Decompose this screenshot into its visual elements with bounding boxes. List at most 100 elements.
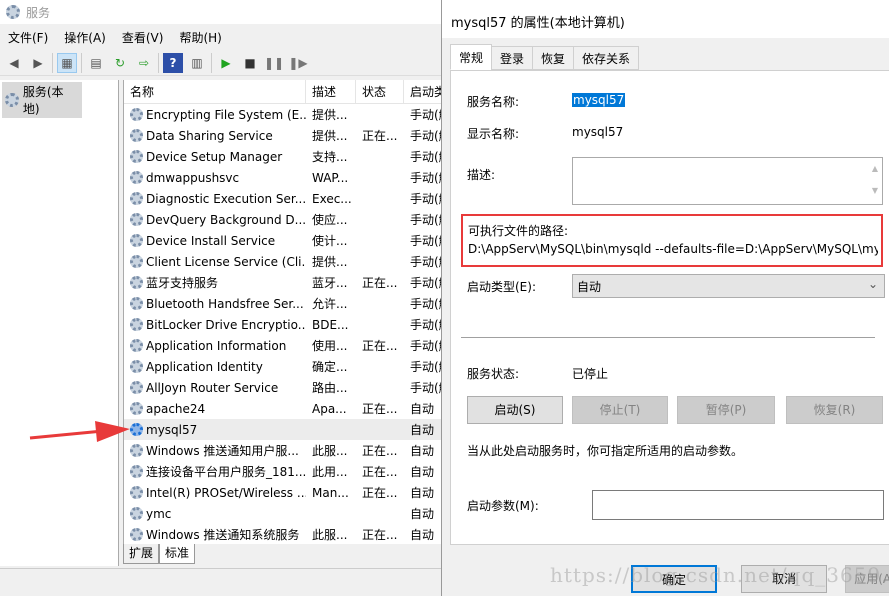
cell-description: 蓝牙... [312, 276, 348, 290]
pause-button[interactable]: 暂停(P) [677, 396, 775, 424]
service-name: Application Information [146, 338, 287, 353]
service-gear-icon [130, 192, 143, 205]
export-icon[interactable]: ⇨ [134, 53, 154, 73]
table-row[interactable]: DevQuery Background D... 使应... 手动(触 [124, 209, 445, 230]
service-gear-icon [130, 318, 143, 331]
table-row[interactable]: 连接设备平台用户服务_181... 此用... 正在... 自动 [124, 461, 445, 482]
action-pane-icon[interactable]: ▥ [187, 53, 207, 73]
column-header-startup-type[interactable]: 启动类 [404, 80, 445, 104]
cell-description: WAP... [312, 170, 349, 185]
cell-status: 正在... [362, 129, 398, 143]
cell-status: 正在... [362, 486, 398, 500]
stop-button[interactable]: 停止(T) [572, 396, 668, 424]
table-row[interactable]: 蓝牙支持服务 蓝牙... 正在... 手动(触 [124, 272, 445, 293]
table-row[interactable]: Intel(R) PROSet/Wireless ... Man... 正在... 自… [124, 482, 445, 503]
service-gear-icon [130, 234, 143, 247]
menu-help[interactable]: 帮助(H) [171, 28, 229, 48]
table-row[interactable]: mysql57 自动 [124, 419, 445, 440]
service-gear-icon [130, 297, 143, 310]
executable-path-value[interactable]: D:\AppServ\MySQL\bin\mysqld --defaults-f… [468, 242, 878, 256]
back-icon[interactable]: ◀ [4, 53, 24, 73]
cell-name: Data Sharing Service [124, 129, 306, 143]
table-row[interactable]: Encrypting File System (E... 提供... 手动(触 [124, 104, 445, 125]
startup-params-input[interactable] [592, 490, 884, 520]
divider [461, 337, 875, 338]
forward-icon[interactable]: ▶ [28, 53, 48, 73]
table-row[interactable]: Application Identity 确定... 手动(触 [124, 356, 445, 377]
description-scrollbar[interactable]: ▲ ▼ [868, 158, 882, 204]
service-name: Device Setup Manager [146, 149, 283, 164]
table-row[interactable]: Diagnostic Execution Ser... Exec... 手动(触 [124, 188, 445, 209]
table-row[interactable]: Bluetooth Handsfree Ser... 允许... 手动(触 [124, 293, 445, 314]
cell-startup-type: 手动(触 [410, 213, 445, 227]
show-tree-icon[interactable]: ▦ [57, 52, 77, 73]
start-button[interactable]: 启动(S) [467, 396, 563, 424]
menu-bar: 文件(F) 操作(A) 查看(V) 帮助(H) [0, 28, 230, 48]
menu-action[interactable]: 操作(A) [56, 28, 114, 48]
tab-dependencies[interactable]: 依存关系 [573, 46, 640, 70]
table-row[interactable]: Data Sharing Service 提供... 正在... 手动(触 [124, 125, 445, 146]
table-row[interactable]: Windows 推送通知系统服务 此服... 正在... 自动 [124, 524, 445, 544]
cell-name: Application Identity [124, 360, 306, 374]
tab-extended[interactable]: 扩展 [123, 544, 160, 564]
cell-name: Client License Service (Cli... [124, 255, 306, 269]
services-list: 名称 描述 状态 启动类 Encrypting File System (E..… [123, 80, 445, 544]
table-row[interactable]: dmwappushsvc WAP... 手动(触 [124, 167, 445, 188]
service-name: Bluetooth Handsfree Ser... [146, 296, 304, 311]
watermark: https://blog.csdn.net/qq_3659... [550, 563, 889, 587]
tab-standard[interactable]: 标准 [159, 544, 196, 564]
restart-icon[interactable]: ❚▶ [288, 53, 308, 73]
arrow-shaft [29, 429, 104, 440]
cell-description: 支持... [312, 150, 348, 164]
tab-recovery[interactable]: 恢复 [532, 46, 575, 70]
description-textbox[interactable]: ▲ ▼ [572, 157, 883, 205]
table-row[interactable]: AllJoyn Router Service 路由... 手动(触 [124, 377, 445, 398]
service-name: AllJoyn Router Service [146, 380, 279, 395]
tab-general[interactable]: 常规 [450, 44, 493, 70]
column-header-description[interactable]: 描述 [306, 80, 356, 104]
cell-status: 正在... [362, 276, 398, 290]
table-row[interactable]: ymc 自动 [124, 503, 445, 524]
service-name: Windows 推送通知用户服... [146, 444, 299, 458]
table-row[interactable]: Client License Service (Cli... 提供... 手动(触 [124, 251, 445, 272]
cell-startup-type: 自动 [410, 444, 435, 458]
cell-status: 正在... [362, 528, 398, 542]
refresh-icon[interactable]: ↻ [110, 53, 130, 73]
tab-logon[interactable]: 登录 [491, 46, 534, 70]
startup-type-select[interactable]: 自动 ⌄ [572, 274, 885, 298]
menu-view[interactable]: 查看(V) [114, 28, 172, 48]
cell-name: Bluetooth Handsfree Ser... [124, 297, 306, 311]
table-row[interactable]: Windows 推送通知用户服... 此服... 正在... 自动 [124, 440, 445, 461]
startup-params-label: 启动参数(M): [467, 499, 539, 513]
window-title: 服务 [26, 5, 51, 20]
service-status-label: 服务状态: [467, 367, 520, 381]
display-name-value[interactable]: mysql57 [572, 125, 623, 139]
cell-description: BDE... [312, 317, 349, 332]
help-icon[interactable]: ? [163, 52, 183, 73]
column-header-name[interactable]: 名称 [124, 80, 306, 104]
pause-icon[interactable]: ❚❚ [264, 53, 284, 73]
cell-startup-type: 自动 [410, 465, 435, 479]
service-gear-icon [130, 339, 143, 352]
cell-description: Apa... [312, 401, 347, 416]
table-row[interactable]: Device Install Service 使计... 手动(触 [124, 230, 445, 251]
menu-file[interactable]: 文件(F) [0, 28, 56, 48]
tree-node-services-local[interactable]: 服务(本地) [2, 82, 82, 118]
table-row[interactable]: Device Setup Manager 支持... 手动(触 [124, 146, 445, 167]
service-name-value[interactable]: mysql57 [572, 93, 626, 107]
table-row[interactable]: Application Information 使用... 正在... 手动(触 [124, 335, 445, 356]
resume-button[interactable]: 恢复(R) [786, 396, 883, 424]
properties-icon[interactable]: ▤ [86, 53, 106, 73]
column-header-status[interactable]: 状态 [356, 80, 404, 104]
service-gear-icon [130, 528, 143, 541]
table-row[interactable]: apache24 Apa... 正在... 自动 [124, 398, 445, 419]
cell-status: 正在... [362, 339, 398, 353]
table-row[interactable]: BitLocker Drive Encryptio... BDE... 手动(触 [124, 314, 445, 335]
play-icon[interactable]: ▶ [216, 53, 236, 73]
startup-type-value: 自动 [577, 280, 602, 294]
stop-icon[interactable]: ■ [240, 53, 260, 73]
toolbar-divider [81, 52, 82, 73]
service-name: Windows 推送通知系统服务 [146, 528, 300, 542]
service-gear-icon [130, 360, 143, 373]
cell-description: 提供... [312, 255, 348, 269]
